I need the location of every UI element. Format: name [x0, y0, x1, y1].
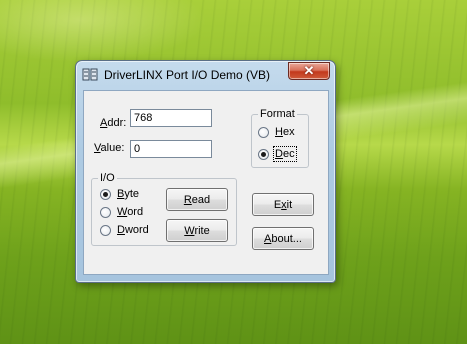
- exit-button[interactable]: Exit: [252, 193, 314, 216]
- format-group-title: Format: [258, 108, 297, 120]
- radio-word-label: Word: [117, 206, 144, 218]
- format-group: Format Hex Dec: [251, 108, 309, 168]
- radio-byte-label: Byte: [117, 188, 140, 200]
- close-button[interactable]: ✕: [288, 62, 330, 80]
- about-button[interactable]: About...: [252, 227, 314, 250]
- radio-hex[interactable]: Hex: [258, 125, 295, 139]
- value-input[interactable]: 0: [130, 140, 212, 158]
- io-group-title: I/O: [98, 172, 117, 184]
- addr-input[interactable]: 768: [130, 109, 212, 127]
- about-button-label: About...: [264, 232, 302, 245]
- read-button[interactable]: Read: [166, 188, 228, 211]
- addr-input-value: 768: [134, 112, 153, 124]
- radio-byte-circle: [100, 188, 111, 200]
- radio-dec-label: Dec: [273, 146, 297, 162]
- title-bar[interactable]: DriverLINX Port I/O Demo (VB) ✕: [76, 61, 335, 89]
- window-title: DriverLINX Port I/O Demo (VB): [104, 68, 271, 82]
- radio-byte[interactable]: Byte: [100, 187, 139, 201]
- radio-hex-label: Hex: [275, 126, 295, 138]
- dialog-client-area: Addr: 768 Value: 0 Format Hex Dec I/O By…: [83, 90, 329, 275]
- close-icon: ✕: [303, 63, 315, 78]
- radio-dword-circle: [100, 224, 111, 236]
- read-button-label: Read: [183, 193, 211, 206]
- radio-dword[interactable]: Dword: [100, 223, 149, 237]
- write-button-label: Write: [184, 224, 210, 237]
- radio-dword-label: Dword: [117, 224, 149, 236]
- radio-word-circle: [100, 206, 111, 218]
- radio-dec-circle: [258, 148, 269, 160]
- io-group: I/O Byte Word Dword Read Write: [91, 172, 237, 246]
- radio-word[interactable]: Word: [100, 205, 143, 219]
- exit-button-label: Exit: [273, 198, 293, 211]
- value-input-value: 0: [134, 143, 141, 155]
- addr-label: Addr:: [100, 117, 127, 129]
- radio-dec[interactable]: Dec: [258, 146, 297, 162]
- app-icon: [82, 68, 98, 81]
- write-button[interactable]: Write: [166, 219, 228, 242]
- port-io-dialog: DriverLINX Port I/O Demo (VB) ✕ Addr: 76…: [75, 60, 336, 283]
- radio-hex-circle: [258, 126, 269, 138]
- value-label: Value:: [94, 142, 125, 154]
